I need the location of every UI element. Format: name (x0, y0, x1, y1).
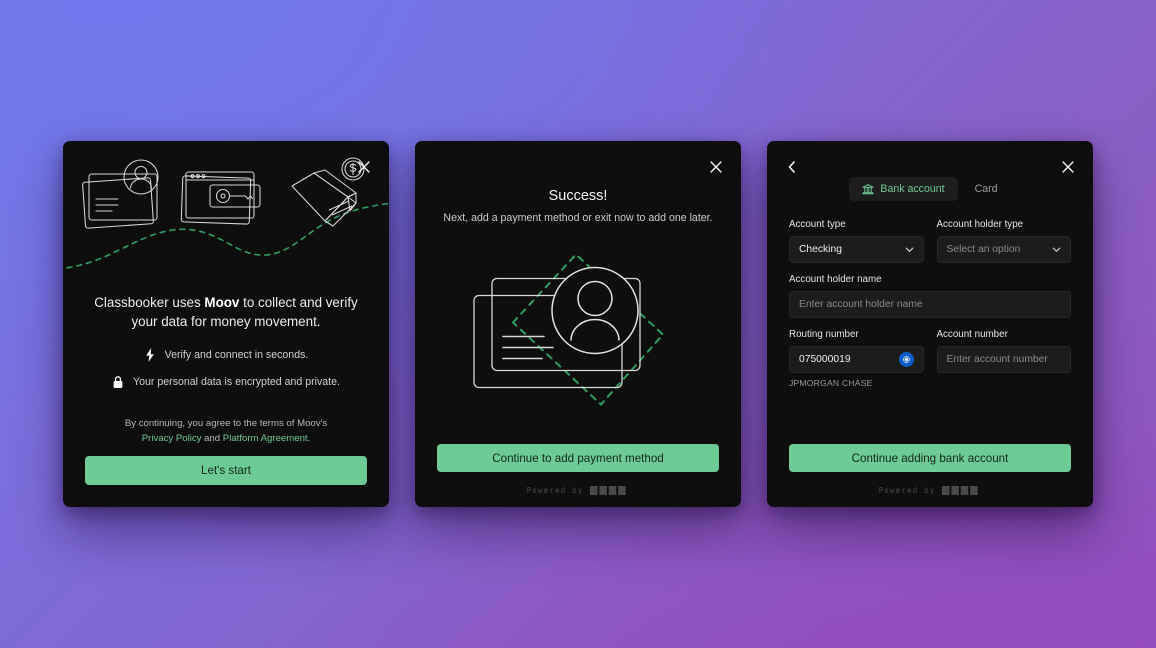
account-number-group: Account number Enter account number (936, 329, 1071, 388)
account-holder-name-value: Enter account holder name (799, 299, 923, 310)
form-spacer (767, 399, 1093, 444)
account-type-label: Account type (789, 219, 846, 230)
bullet-text: Verify and connect in seconds. (164, 349, 309, 361)
account-type-group: Account type Checking (789, 219, 924, 263)
routing-number-bank-name: JPMORGAN CHASE (789, 378, 873, 388)
account-holder-type-group: Account holder type Select an option (936, 219, 1071, 263)
success-illustration (415, 228, 741, 444)
tab-label: Card (974, 183, 998, 195)
bullet-text: Your personal data is encrypted and priv… (133, 376, 340, 388)
powered-by-moov: Powered by (415, 472, 741, 507)
bank-icon (862, 183, 875, 195)
account-number-value: Enter account number (946, 354, 1048, 365)
continue-adding-bank-account-button[interactable]: Continue adding bank account (789, 444, 1071, 472)
close-icon[interactable] (1059, 158, 1077, 176)
platform-agreement-link[interactable]: Platform Agreement (223, 433, 308, 444)
page-title: Classbooker uses Moov to collect and ver… (63, 293, 389, 331)
onboarding-intro-card: Classbooker uses Moov to collect and ver… (63, 141, 389, 507)
routing-number-value: 075000019 (799, 354, 851, 365)
powered-by-moov: Powered by (767, 472, 1093, 507)
legal-period: . (307, 433, 311, 444)
feature-bullet-list: Verify and connect in seconds. Your pers… (63, 348, 389, 389)
account-holder-name-input[interactable]: Enter account holder name (789, 291, 1071, 318)
legal-disclaimer: By continuing, you agree to the terms of… (63, 416, 389, 456)
chase-bank-icon (898, 352, 914, 367)
account-number-label: Account number (936, 329, 1008, 340)
bolt-icon (144, 348, 156, 362)
routing-number-label: Routing number (789, 329, 859, 340)
account-type-value: Checking (799, 244, 842, 255)
legal-prefix: By continuing, you agree to the terms of… (124, 418, 328, 429)
bank-account-form-card: Bank account Card Account type Checking (767, 141, 1093, 507)
lets-start-button[interactable]: Let's start (85, 456, 367, 485)
account-holder-type-select[interactable]: Select an option (936, 236, 1071, 263)
list-item: Verify and connect in seconds. (63, 348, 389, 362)
identity-verification-illustration (63, 147, 389, 279)
moov-logo-icon (590, 486, 629, 495)
tab-card[interactable]: Card (962, 177, 1011, 201)
account-holder-type-label: Account holder type (936, 219, 1024, 230)
powered-by-label: Powered by (878, 486, 936, 495)
list-item: Your personal data is encrypted and priv… (63, 375, 389, 389)
chevron-down-icon (1052, 245, 1061, 254)
chevron-down-icon (905, 245, 914, 254)
success-subtitle: Next, add a payment method or exit now t… (443, 212, 713, 224)
routing-number-input[interactable]: 075000019 (789, 346, 924, 373)
dialog-stage: Classbooker uses Moov to collect and ver… (0, 0, 1156, 648)
account-number-input[interactable]: Enter account number (936, 346, 1071, 373)
legal-between: and (201, 433, 223, 444)
continue-add-payment-method-button[interactable]: Continue to add payment method (437, 444, 719, 472)
headline-brand: Moov (204, 295, 240, 310)
back-arrow-icon[interactable] (784, 158, 800, 176)
powered-by-label: Powered by (526, 486, 584, 495)
account-type-select[interactable]: Checking (789, 236, 924, 263)
privacy-policy-link[interactable]: Privacy Policy (142, 433, 202, 444)
bank-account-form: Account type Checking Account holder typ… (767, 201, 1093, 399)
routing-number-group: Routing number 075000019 JPMORGAN CHASE (789, 329, 924, 388)
success-card: Success! Next, add a payment method or e… (415, 141, 741, 507)
moov-logo-icon (942, 486, 981, 495)
account-holder-name-label: Account holder name (789, 274, 882, 285)
tab-label: Bank account (880, 183, 945, 195)
close-icon[interactable] (355, 158, 373, 176)
close-icon[interactable] (707, 158, 725, 176)
success-title: Success! (548, 188, 608, 204)
account-holder-name-group: Account holder name Enter account holder… (789, 274, 1071, 318)
tab-bank-account[interactable]: Bank account (849, 177, 958, 201)
headline-prefix: Classbooker uses (94, 295, 205, 310)
account-holder-type-value: Select an option (946, 244, 1021, 255)
payment-method-tabs: Bank account Card (849, 177, 1010, 201)
lock-icon (112, 375, 124, 389)
